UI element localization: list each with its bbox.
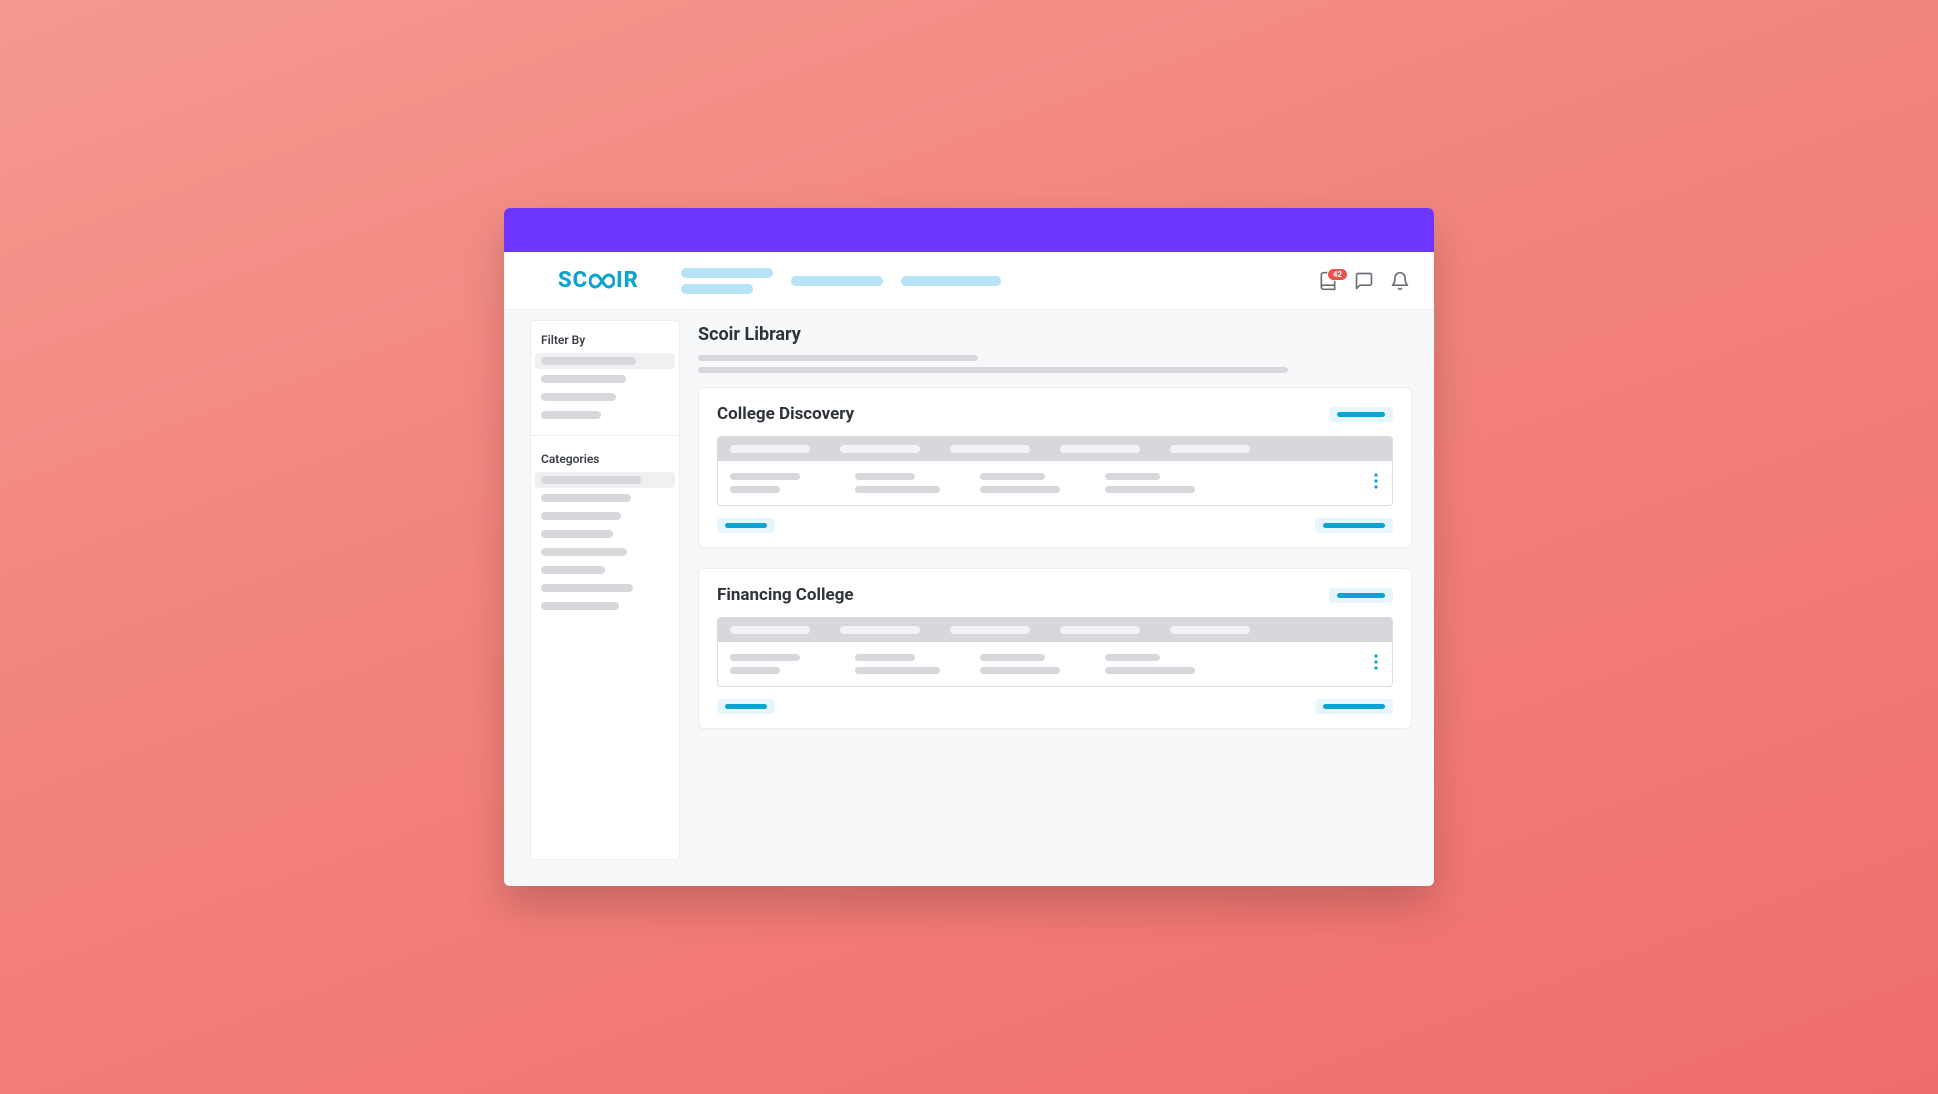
- brand-logo-text-right: IR: [616, 268, 639, 293]
- filter-item[interactable]: [541, 375, 669, 383]
- sidebar-divider: [531, 435, 679, 436]
- row-kebab-menu[interactable]: [1374, 473, 1380, 489]
- category-item[interactable]: [541, 512, 669, 520]
- category-item[interactable]: [535, 472, 675, 488]
- card-table: [717, 617, 1393, 687]
- category-item[interactable]: [541, 530, 669, 538]
- card-footer-action-left[interactable]: [717, 699, 775, 714]
- main-content: Scoir Library College Discovery: [680, 310, 1434, 886]
- filter-sidebar: Filter By Categories: [530, 320, 680, 860]
- library-icon[interactable]: 42: [1318, 271, 1338, 291]
- primary-nav: [681, 268, 1001, 294]
- table-header: [718, 618, 1392, 642]
- app-header: SC IR 42: [504, 252, 1434, 310]
- infinity-icon: [589, 273, 615, 289]
- categories-heading: Categories: [541, 452, 669, 466]
- nav-item-active[interactable]: [681, 268, 773, 294]
- table-row[interactable]: [718, 642, 1392, 686]
- chat-icon[interactable]: [1354, 271, 1374, 291]
- filter-item[interactable]: [541, 411, 669, 419]
- nav-item[interactable]: [901, 276, 1001, 286]
- page-title: Scoir Library: [698, 324, 1412, 345]
- filter-list: [541, 357, 669, 419]
- table-header: [718, 437, 1392, 461]
- card-action-chip[interactable]: [1329, 407, 1393, 422]
- card-title: College Discovery: [717, 404, 854, 424]
- category-item[interactable]: [541, 494, 669, 502]
- category-list: [541, 476, 669, 610]
- category-item[interactable]: [541, 602, 669, 610]
- app-body: Filter By Categories Scoir Libra: [504, 310, 1434, 886]
- window-title-bar: [504, 208, 1434, 252]
- app-window: SC IR 42: [504, 208, 1434, 886]
- row-kebab-menu[interactable]: [1374, 654, 1380, 670]
- library-card-financing-college: Financing College: [698, 568, 1412, 729]
- bell-icon[interactable]: [1390, 271, 1410, 291]
- brand-logo-text-left: SC: [558, 268, 588, 293]
- notification-badge: 42: [1327, 268, 1348, 281]
- brand-logo[interactable]: SC IR: [558, 268, 639, 293]
- card-footer-action-right[interactable]: [1315, 699, 1393, 714]
- category-item[interactable]: [541, 566, 669, 574]
- filter-item[interactable]: [535, 353, 675, 369]
- card-action-chip[interactable]: [1329, 588, 1393, 603]
- filter-item[interactable]: [541, 393, 669, 401]
- category-item[interactable]: [541, 548, 669, 556]
- category-item[interactable]: [541, 584, 669, 592]
- page-description: [698, 355, 1412, 373]
- card-footer-action-right[interactable]: [1315, 518, 1393, 533]
- library-card-college-discovery: College Discovery: [698, 387, 1412, 548]
- card-title: Financing College: [717, 585, 854, 605]
- header-actions: 42: [1318, 271, 1410, 291]
- filter-by-heading: Filter By: [541, 333, 669, 347]
- card-table: [717, 436, 1393, 506]
- card-footer-action-left[interactable]: [717, 518, 775, 533]
- table-row[interactable]: [718, 461, 1392, 505]
- nav-item[interactable]: [791, 276, 883, 286]
